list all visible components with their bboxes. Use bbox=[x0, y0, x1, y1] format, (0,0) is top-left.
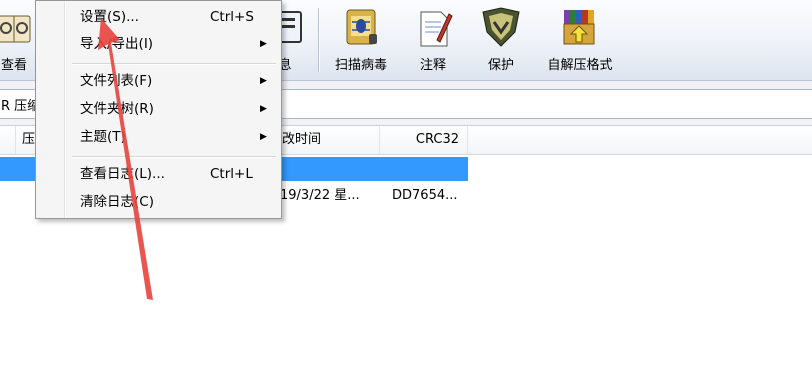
column-header-blank[interactable] bbox=[0, 126, 16, 154]
toolbar-scan-virus-button[interactable]: 扫描病毒 bbox=[328, 0, 394, 80]
column-header-compressed[interactable]: 压 bbox=[16, 126, 36, 154]
menu-item-import-export[interactable]: 导入/导出(I) ▶ bbox=[36, 31, 281, 57]
menu-item-clear-log[interactable]: 清除日志(C) bbox=[36, 189, 281, 215]
menu-separator bbox=[72, 63, 276, 65]
menu-item-folder-tree[interactable]: 文件夹树(R) ▶ bbox=[36, 96, 281, 122]
scan-virus-icon bbox=[346, 9, 377, 45]
options-menu: 设置(S)... Ctrl+S 导入/导出(I) ▶ 文件列表(F) ▶ 文件夹… bbox=[35, 0, 282, 219]
view-icon bbox=[0, 15, 31, 43]
menu-item-label: 文件夹树(R) bbox=[80, 101, 154, 117]
column-modified-label: 改时间 bbox=[282, 132, 322, 147]
menu-item-label: 导入/导出(I) bbox=[80, 36, 154, 52]
toolbar-scan-virus-label: 扫描病毒 bbox=[334, 58, 387, 73]
menu-item-label: 清除日志(C) bbox=[80, 194, 154, 210]
menu-item-label: 文件列表(F) bbox=[80, 73, 153, 89]
submenu-arrow-icon: ▶ bbox=[260, 39, 267, 49]
menu-item-settings[interactable]: 设置(S)... Ctrl+S bbox=[36, 4, 281, 30]
menu-item-label: 查看日志(L)... bbox=[80, 166, 165, 182]
toolbar-sfx-button[interactable]: 自解压格式 bbox=[540, 0, 620, 80]
row-crc: DD7654... bbox=[392, 188, 458, 203]
menu-item-label: 主题(T) bbox=[80, 129, 126, 145]
column-crc32-label: CRC32 bbox=[415, 132, 459, 147]
menu-item-shortcut: Ctrl+S bbox=[210, 9, 254, 25]
sfx-icon bbox=[563, 10, 595, 45]
toolbar-separator bbox=[318, 8, 320, 72]
comment-icon bbox=[420, 11, 453, 47]
toolbar-protect-button[interactable]: 保护 bbox=[478, 0, 524, 80]
column-compressed-label: 压 bbox=[22, 132, 36, 147]
toolbar-view-button[interactable]: 查看 bbox=[0, 0, 36, 80]
menu-item-label: 设置(S)... bbox=[80, 9, 139, 25]
submenu-arrow-icon: ▶ bbox=[260, 132, 267, 142]
row-modified: 19/3/22 星... bbox=[280, 188, 360, 203]
column-header-modified[interactable]: 改时间 bbox=[276, 126, 380, 154]
submenu-arrow-icon: ▶ bbox=[260, 104, 267, 114]
column-header-crc32[interactable]: CRC32 bbox=[380, 126, 468, 154]
submenu-arrow-icon: ▶ bbox=[260, 76, 267, 86]
menu-item-file-list[interactable]: 文件列表(F) ▶ bbox=[36, 68, 281, 94]
menu-item-shortcut: Ctrl+L bbox=[210, 166, 253, 182]
menu-item-theme[interactable]: 主题(T) ▶ bbox=[36, 124, 281, 150]
menu-item-view-log[interactable]: 查看日志(L)... Ctrl+L bbox=[36, 161, 281, 187]
protect-icon bbox=[482, 7, 520, 47]
menu-separator bbox=[72, 156, 276, 158]
toolbar-comment-label: 注释 bbox=[419, 58, 446, 73]
toolbar-sfx-label: 自解压格式 bbox=[547, 58, 613, 73]
toolbar-view-label: 查看 bbox=[0, 58, 27, 73]
toolbar-comment-button[interactable]: 注释 bbox=[410, 0, 456, 80]
toolbar-protect-label: 保护 bbox=[487, 58, 514, 73]
